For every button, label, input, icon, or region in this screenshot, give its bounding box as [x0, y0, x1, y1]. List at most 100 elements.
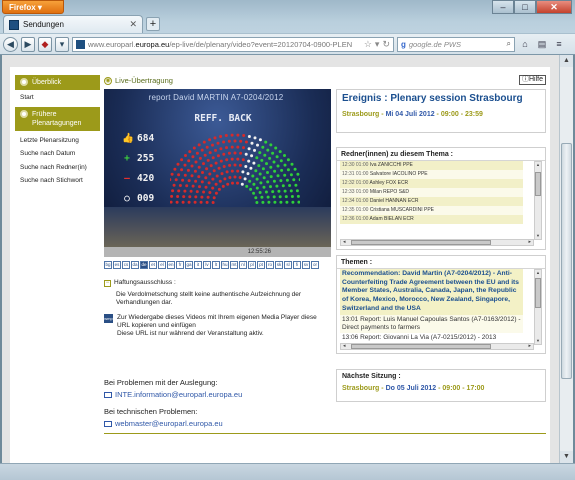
- language-nl[interactable]: nl: [239, 261, 247, 269]
- interpretation-email-link[interactable]: INTE.information@europarl.europa.eu: [104, 390, 331, 399]
- language-lv[interactable]: lv: [203, 261, 211, 269]
- topic-current[interactable]: Recommendation: David Martin (A7-0204/20…: [340, 269, 523, 315]
- site-icon: [76, 39, 85, 49]
- scroll-thumb[interactable]: [561, 143, 572, 379]
- language-ga[interactable]: ga: [185, 261, 193, 269]
- video-player[interactable]: report David MARTIN A7-0204/2012 REFF. B…: [104, 89, 331, 247]
- google-icon[interactable]: g: [401, 40, 406, 49]
- nav-section-previous-sessions[interactable]: Frühere Plenartagungen: [15, 106, 100, 131]
- speakers-scrollbar[interactable]: ▲ ▼: [534, 161, 542, 240]
- forward-icon[interactable]: ▶: [21, 36, 35, 52]
- language-it[interactable]: it: [194, 261, 202, 269]
- language-pt[interactable]: pt: [257, 261, 265, 269]
- speaker-row[interactable]: 12:34 01:00 Daniel HANNAN ECR: [340, 197, 523, 206]
- topics-list[interactable]: Recommendation: David Martin (A7-0204/20…: [340, 269, 523, 345]
- language-et[interactable]: et: [149, 261, 157, 269]
- language-or[interactable]: or: [311, 261, 319, 269]
- language-lt[interactable]: lt: [212, 261, 220, 269]
- language-mt[interactable]: mt: [230, 261, 238, 269]
- site-favicon-icon: [9, 19, 19, 30]
- help-button[interactable]: ⓘHilfe: [518, 75, 546, 85]
- topics-hscrollbar[interactable]: ◂ ▸: [340, 343, 534, 350]
- player-url-note: Diese URL ist nur während der Veranstalt…: [117, 330, 264, 337]
- language-de[interactable]: de: [140, 261, 148, 269]
- video-control-bar[interactable]: 12:55:26: [104, 247, 331, 257]
- speakers-title: Redner(innen) zu diesem Thema :: [337, 148, 545, 161]
- topic-item[interactable]: 13:01 Report: Luis Manuel Capoulas Santo…: [340, 314, 523, 333]
- addon-icon[interactable]: ◆: [38, 36, 52, 52]
- url-text[interactable]: www.europarl.europa.eu/ep-live/de/plenar…: [88, 40, 361, 49]
- language-pl[interactable]: pl: [248, 261, 256, 269]
- language-hu[interactable]: hu: [221, 261, 229, 269]
- speakers-hscrollbar[interactable]: ◂ ▸: [340, 239, 534, 246]
- language-fr[interactable]: fr: [176, 261, 184, 269]
- search-bar[interactable]: g google.de PWS ⌕: [397, 36, 515, 52]
- language-el[interactable]: el: [158, 261, 166, 269]
- language-ro[interactable]: ro: [266, 261, 274, 269]
- language-bg[interactable]: bg: [104, 261, 112, 269]
- close-window-button[interactable]: ✕: [536, 0, 572, 14]
- disclaimer-text: Die Verdolmetschung stellt keine authent…: [116, 291, 302, 306]
- speaker-row[interactable]: 12:33 01:00 Milan REPO S&D: [340, 188, 523, 197]
- nav-item-last-session[interactable]: Letzte Plenarsitzung: [15, 133, 100, 147]
- language-sk[interactable]: sk: [275, 261, 283, 269]
- bookmarks-icon[interactable]: ▤: [535, 37, 549, 51]
- webmaster-email-link[interactable]: webmaster@europarl.europa.eu: [104, 419, 331, 428]
- collapse-icon[interactable]: −: [104, 279, 111, 287]
- tab-close-icon[interactable]: ✕: [129, 19, 137, 30]
- minimize-button[interactable]: –: [492, 0, 514, 14]
- nav-item-search-speaker[interactable]: Suche nach Redner(in): [15, 160, 100, 174]
- scroll-down-icon[interactable]: ▼: [560, 451, 573, 463]
- home-icon[interactable]: ⌂: [518, 37, 532, 51]
- language-sv[interactable]: sv: [302, 261, 310, 269]
- url-bar[interactable]: www.europarl.europa.eu/ep-live/de/plenar…: [72, 36, 394, 52]
- topics-scrollbar[interactable]: ▲ ▼: [534, 269, 542, 345]
- window-controls: – □ ✕: [492, 0, 572, 14]
- search-input[interactable]: google.de PWS: [409, 40, 504, 49]
- bullet-icon: [20, 109, 28, 118]
- firefox-menu-button[interactable]: Firefox ▾: [2, 0, 64, 14]
- language-sl[interactable]: sl: [284, 261, 292, 269]
- nav-item-search-date[interactable]: Suche nach Datum: [15, 147, 100, 161]
- event-title: Ereignis : Plenary session Strasbourg: [342, 93, 523, 104]
- speaker-row[interactable]: 12:35 01:00 Cristiana MUSCARDINI PPE: [340, 206, 523, 215]
- media-player-note: wmp Zur Wiedergabe dieses Videos mit Ihr…: [104, 314, 317, 329]
- language-es[interactable]: es: [113, 261, 121, 269]
- windows-media-icon[interactable]: wmp: [104, 314, 113, 323]
- page-scrollbar[interactable]: ▲ ▼: [559, 55, 573, 463]
- topic-item[interactable]: 13:06 Report: Giovanni La Via (A7-0215/2…: [340, 333, 523, 343]
- speakers-box: Redner(innen) zu diesem Thema : 12:30 01…: [336, 147, 546, 250]
- tab-sendungen[interactable]: Sendungen ✕: [3, 15, 143, 33]
- nav-section-overview[interactable]: Überblick: [15, 75, 100, 90]
- plus-icon: +: [124, 153, 130, 164]
- page-container: Überblick Start Frühere Plenartagungen L…: [10, 67, 550, 463]
- nav-item-start[interactable]: Start: [15, 90, 100, 107]
- speaker-row[interactable]: 12:30 01:00 Iva ZANICCHI PPE: [340, 161, 523, 170]
- history-dropdown-icon[interactable]: ▾: [375, 39, 380, 50]
- scroll-up-icon[interactable]: ▲: [560, 55, 573, 67]
- tally-total: 👍 684: [122, 133, 155, 144]
- menu-icon[interactable]: ≡: [552, 37, 566, 51]
- language-cs[interactable]: cs: [122, 261, 130, 269]
- speakers-list[interactable]: 12:30 01:00 Iva ZANICCHI PPE 12:31 01:00 …: [340, 161, 523, 240]
- speaker-row[interactable]: 12:32 01:00 Ashley FOX ECR: [340, 179, 523, 188]
- live-title: Live-Übertragung: [115, 76, 173, 85]
- speaker-row[interactable]: 12:36 01:00 Adam BIELAN ECR: [340, 215, 523, 224]
- back-icon[interactable]: ◀: [3, 36, 18, 52]
- maximize-button[interactable]: □: [514, 0, 536, 14]
- speaker-row[interactable]: 12:31 01:00 Salvatore IACOLINO PPE: [340, 170, 523, 179]
- technical-problem-label: Bei technischen Problemen:: [104, 407, 198, 416]
- nav-item-search-keyword[interactable]: Suche nach Stichwort: [15, 174, 100, 188]
- language-da[interactable]: da: [131, 261, 139, 269]
- language-en[interactable]: en: [167, 261, 175, 269]
- tally-abstain: ○ 009: [122, 193, 154, 204]
- language-fi[interactable]: fi: [293, 261, 301, 269]
- reload-icon[interactable]: ↻: [382, 39, 390, 50]
- new-tab-button[interactable]: +: [146, 17, 160, 31]
- bookmark-star-icon[interactable]: ☆: [364, 39, 372, 50]
- dropdown-icon[interactable]: ▾: [55, 36, 69, 52]
- disclaimer-title: Haftungsausschluss :: [114, 279, 176, 286]
- live-header: ◉ Live-Übertragung: [104, 75, 331, 86]
- search-icon[interactable]: ⌕: [507, 39, 511, 49]
- vote-title: REFF. BACK: [194, 113, 252, 124]
